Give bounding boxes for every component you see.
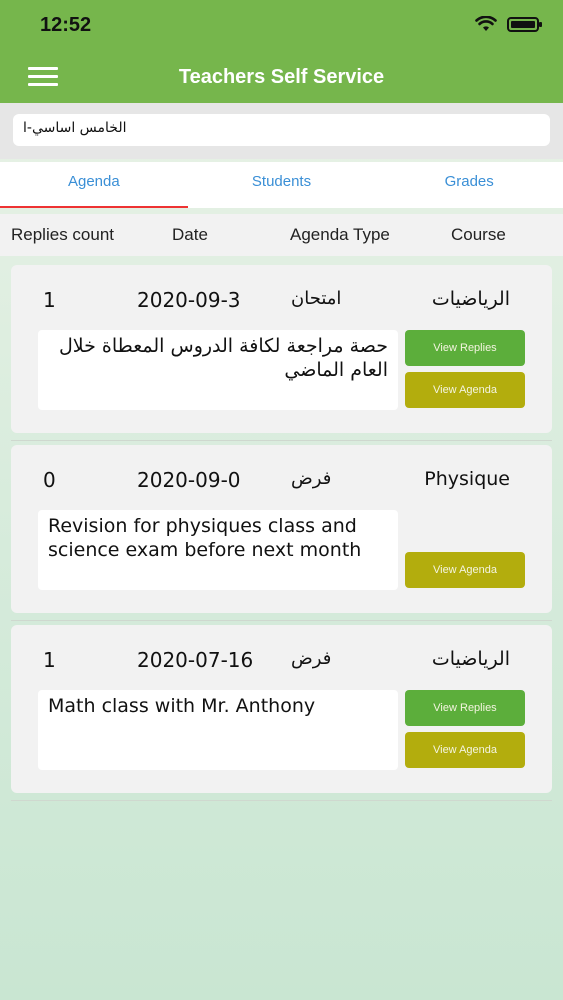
divider xyxy=(11,800,552,801)
wifi-icon xyxy=(475,16,497,31)
view-replies-button[interactable]: View Replies xyxy=(405,330,525,366)
tab-students[interactable]: Students xyxy=(188,162,376,208)
replies-count: 1 xyxy=(43,288,56,312)
agenda-description: Math class with Mr. Anthony xyxy=(38,690,398,770)
tab-agenda[interactable]: Agenda xyxy=(0,162,188,208)
status-icons xyxy=(475,16,542,32)
agenda-date: 2020-09-3 xyxy=(137,288,241,312)
agenda-type: فرض xyxy=(291,468,332,489)
column-replies-count: Replies count xyxy=(11,225,115,244)
page-title: Teachers Self Service xyxy=(178,66,385,88)
class-selector[interactable]: الخامس اساسي-ا xyxy=(13,114,550,146)
agenda-type: فرض xyxy=(291,648,332,669)
column-agenda-type: Agenda Type xyxy=(290,225,390,244)
column-header: Replies count Date Agenda Type Course xyxy=(0,214,563,256)
agenda-card: 1 2020-07-16 فرض الرياضيات Math class wi… xyxy=(11,625,552,793)
agenda-course: الرياضيات xyxy=(431,648,510,670)
view-replies-button[interactable]: View Replies xyxy=(405,690,525,726)
agenda-course: Physique xyxy=(424,468,510,490)
status-bar: 12:52 xyxy=(0,0,563,58)
divider xyxy=(11,440,552,441)
agenda-date: 2020-07-16 xyxy=(137,648,254,672)
agenda-card: 1 2020-09-3 امتحان الرياضيات حصة مراجعة … xyxy=(11,265,552,433)
status-time: 12:52 xyxy=(40,14,92,36)
divider xyxy=(11,620,552,621)
class-selector-bar: الخامس اساسي-ا xyxy=(0,103,563,159)
agenda-description: Revision for physiques class and science… xyxy=(38,510,398,590)
tab-bar: Agenda Students Grades xyxy=(0,162,563,208)
agenda-description: حصة مراجعة لكافة الدروس المعطاة خلال الع… xyxy=(38,330,398,410)
replies-count: 1 xyxy=(43,648,56,672)
tab-grades[interactable]: Grades xyxy=(375,162,563,208)
nav-bar: Teachers Self Service xyxy=(0,58,563,103)
agenda-card: 0 2020-09-0 فرض Physique Revision for ph… xyxy=(11,445,552,613)
agenda-course: الرياضيات xyxy=(431,288,510,310)
view-agenda-button[interactable]: View Agenda xyxy=(405,372,525,408)
agenda-date: 2020-09-0 xyxy=(137,468,241,492)
column-date: Date xyxy=(172,225,208,244)
column-course: Course xyxy=(451,225,506,244)
agenda-type: امتحان xyxy=(291,288,342,309)
view-agenda-button[interactable]: View Agenda xyxy=(405,552,525,588)
replies-count: 0 xyxy=(43,468,56,492)
battery-icon xyxy=(507,16,542,32)
view-agenda-button[interactable]: View Agenda xyxy=(405,732,525,768)
